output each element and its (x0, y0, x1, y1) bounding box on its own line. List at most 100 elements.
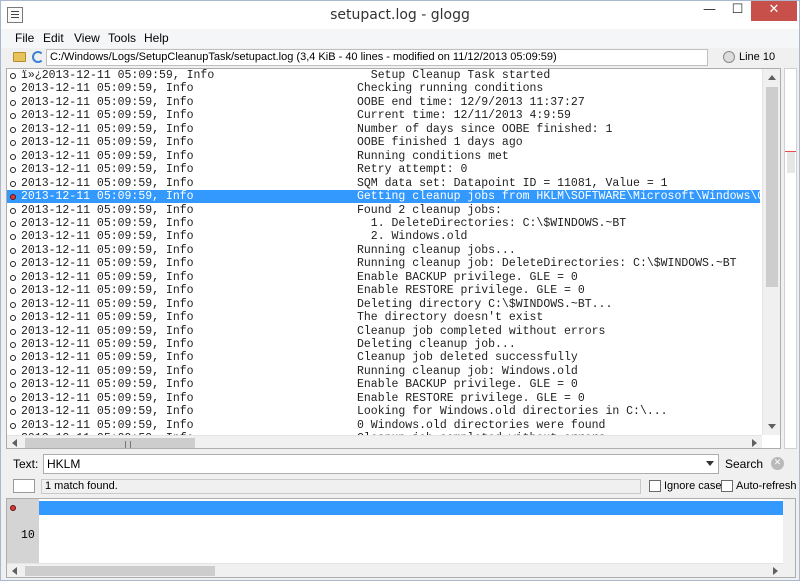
line-marker-icon (10, 342, 16, 348)
clear-search-icon[interactable]: ✕ (771, 457, 784, 470)
match-status: 1 match found. (41, 479, 641, 494)
log-row[interactable]: 2013-12-11 05:09:59, Info Deleting cleanu… (7, 338, 760, 351)
log-row[interactable]: 2013-12-11 05:09:59, Info 0 Windows.old d… (7, 419, 760, 432)
scroll-right-icon[interactable] (773, 567, 778, 575)
log-row[interactable]: 2013-12-11 05:09:59, Info OOBE end time: … (7, 96, 760, 109)
log-message: Cleanup job deleted successfully (357, 351, 578, 365)
log-row[interactable]: 2013-12-11 05:09:59, Info Number of days … (7, 123, 760, 136)
log-timestamp: 2013-12-11 05:09:59, Info (21, 351, 194, 365)
ignore-case-label: Ignore case (664, 480, 722, 492)
menu-view[interactable]: View (72, 29, 102, 48)
filtered-line-number: 10 (21, 529, 35, 542)
log-message: Running cleanup jobs... (357, 243, 516, 257)
log-row[interactable]: 2013-12-11 05:09:59, Info Running conditi… (7, 150, 760, 163)
menu-tools[interactable]: Tools (106, 29, 138, 48)
filtered-row[interactable]: 10 2013-12-11 05:09:59, Info Getting cle… (7, 501, 795, 542)
log-row[interactable]: 2013-12-11 05:09:59, Info Running cleanup… (7, 365, 760, 378)
log-row[interactable]: 2013-12-11 05:09:59, Info Deleting direct… (7, 298, 760, 311)
minimize-button[interactable]: — (695, 1, 724, 21)
log-message: SQM data set: Datapoint ID = 11081, Valu… (357, 176, 668, 190)
scroll-right-icon[interactable] (752, 439, 757, 447)
maximize-button[interactable]: ☐ (724, 1, 751, 21)
filtered-horizontal-scrollbar[interactable] (7, 563, 783, 577)
log-message: Enable RESTORE privilege. GLE = 0 (357, 284, 585, 298)
line-icon (723, 51, 735, 63)
log-row[interactable]: 2013-12-11 05:09:59, Info Running cleanup… (7, 244, 760, 257)
log-row[interactable]: 2013-12-11 05:09:59, Info Current time: 1… (7, 109, 760, 122)
log-timestamp: 2013-12-11 05:09:59, Info (21, 405, 194, 419)
scroll-left-icon[interactable] (12, 439, 17, 447)
log-row[interactable]: 2013-12-11 05:09:59, Info Enable BACKUP p… (7, 378, 760, 391)
log-row[interactable]: 2013-12-11 05:09:59, Info Enable RESTORE … (7, 284, 760, 297)
menu-file[interactable]: File (13, 29, 36, 48)
log-row[interactable]: 2013-12-11 05:09:59, Info Enable BACKUP p… (7, 271, 760, 284)
chevron-down-icon[interactable] (706, 461, 714, 466)
log-timestamp: 2013-12-11 05:09:59, Info (21, 230, 194, 244)
log-message: 1. DeleteDirectories: C:\$WINDOWS.~BT (357, 216, 627, 230)
log-row[interactable]: 2013-12-11 05:09:59, Info The directory d… (7, 311, 760, 324)
log-row[interactable]: 2013-12-11 05:09:59, Info Cleanup job del… (7, 351, 760, 364)
log-row[interactable]: ï»¿2013-12-11 05:09:59, Info Setup Clean… (7, 69, 760, 82)
log-row[interactable]: 2013-12-11 05:09:59, Info Retry attempt: … (7, 163, 760, 176)
line-marker-icon (10, 409, 16, 416)
log-timestamp: 2013-12-11 05:09:59, Info (21, 391, 194, 405)
log-timestamp: 2013-12-11 05:09:59, Info (21, 163, 194, 177)
filtered-row-content: 2013-12-11 05:09:59, Info Getting cleanu… (39, 501, 795, 542)
scroll-thumb[interactable] (25, 566, 215, 576)
log-row[interactable]: 2013-12-11 05:09:59, Info Running cleanup… (7, 257, 760, 270)
log-timestamp: 2013-12-11 05:09:59, Info (21, 324, 194, 338)
folder-icon[interactable] (13, 52, 26, 62)
reload-icon[interactable] (32, 51, 44, 63)
file-info-bar: C:/Windows/Logs/SetupCleanupTask/setupac… (1, 48, 799, 67)
title-bar: setupact.log - glogg — ☐ ✕ (1, 1, 799, 29)
log-message: Checking running conditions (357, 82, 544, 96)
log-row[interactable]: 2013-12-11 05:09:59, Info Checking runnin… (7, 82, 760, 95)
file-path-display: C:/Windows/Logs/SetupCleanupTask/setupac… (46, 49, 708, 66)
scroll-thumb[interactable] (766, 87, 778, 287)
log-message: Running cleanup job: DeleteDirectories: … (357, 257, 737, 271)
search-input[interactable]: HKLM (43, 454, 719, 474)
line-marker-icon (10, 180, 16, 187)
log-timestamp: 2013-12-11 05:09:59, Info (21, 378, 194, 392)
filtered-timestamp: 2013-12-11 05:09:59, Info (42, 515, 215, 528)
log-timestamp: 2013-12-11 05:09:59, Info (21, 190, 194, 204)
log-timestamp: 2013-12-11 05:09:59, Info (21, 338, 194, 351)
log-row[interactable]: 2013-12-11 05:09:59, Info Looking for Win… (7, 405, 760, 418)
match-marker-icon (10, 505, 16, 511)
scroll-thumb[interactable] (25, 438, 195, 448)
log-horizontal-scrollbar[interactable] (7, 435, 762, 448)
match-marker-icon (10, 194, 16, 201)
line-marker-icon (10, 288, 16, 295)
log-row[interactable]: 2013-12-11 05:09:59, Info OOBE finished 1… (7, 136, 760, 149)
line-marker-icon (10, 355, 16, 362)
log-timestamp: 2013-12-11 05:09:59, Info (21, 82, 194, 96)
log-timestamp: 2013-12-11 05:09:59, Info (21, 418, 194, 432)
menu-help[interactable]: Help (142, 29, 171, 48)
ignore-case-checkbox[interactable] (649, 480, 661, 492)
log-timestamp: 2013-12-11 05:09:59, Info (21, 176, 194, 190)
log-row[interactable]: 2013-12-11 05:09:59, Info Cleanup job com… (7, 325, 760, 338)
menu-edit[interactable]: Edit (41, 29, 66, 48)
search-button[interactable]: Search (723, 454, 765, 474)
scroll-up-icon[interactable] (768, 75, 776, 80)
log-row[interactable]: 2013-12-11 05:09:59, Info SQM data set: D… (7, 177, 760, 190)
scroll-down-icon[interactable] (768, 424, 776, 429)
log-row[interactable]: 2013-12-11 05:09:59, Info 2. Windows.old (7, 230, 760, 243)
line-marker-icon (10, 368, 16, 375)
close-button[interactable]: ✕ (751, 1, 797, 21)
log-message: Current time: 12/11/2013 4:9:59 (357, 109, 571, 123)
log-vertical-scrollbar[interactable] (762, 69, 780, 435)
filtered-vertical-scrollbar[interactable] (783, 499, 795, 577)
auto-refresh-checkbox[interactable] (721, 480, 733, 492)
window-title: setupact.log - glogg (330, 7, 470, 23)
log-row[interactable]: 2013-12-11 05:09:59, Info 1. DeleteDirec… (7, 217, 760, 230)
filtered-view[interactable]: 10 2013-12-11 05:09:59, Info Getting cle… (6, 498, 796, 578)
overview-bar[interactable] (784, 68, 797, 449)
log-row[interactable]: 2013-12-11 05:09:59, Info Getting cleanup… (7, 190, 778, 204)
search-input-value: HKLM (47, 457, 81, 471)
app-window: setupact.log - glogg — ☐ ✕ File Edit Vie… (0, 0, 800, 581)
log-view[interactable]: ï»¿2013-12-11 05:09:59, Info Setup Clean… (6, 68, 781, 449)
scroll-left-icon[interactable] (12, 567, 17, 575)
log-row[interactable]: 2013-12-11 05:09:59, Info Found 2 cleanup… (7, 204, 760, 217)
log-row[interactable]: 2013-12-11 05:09:59, Info Enable RESTORE … (7, 392, 760, 405)
